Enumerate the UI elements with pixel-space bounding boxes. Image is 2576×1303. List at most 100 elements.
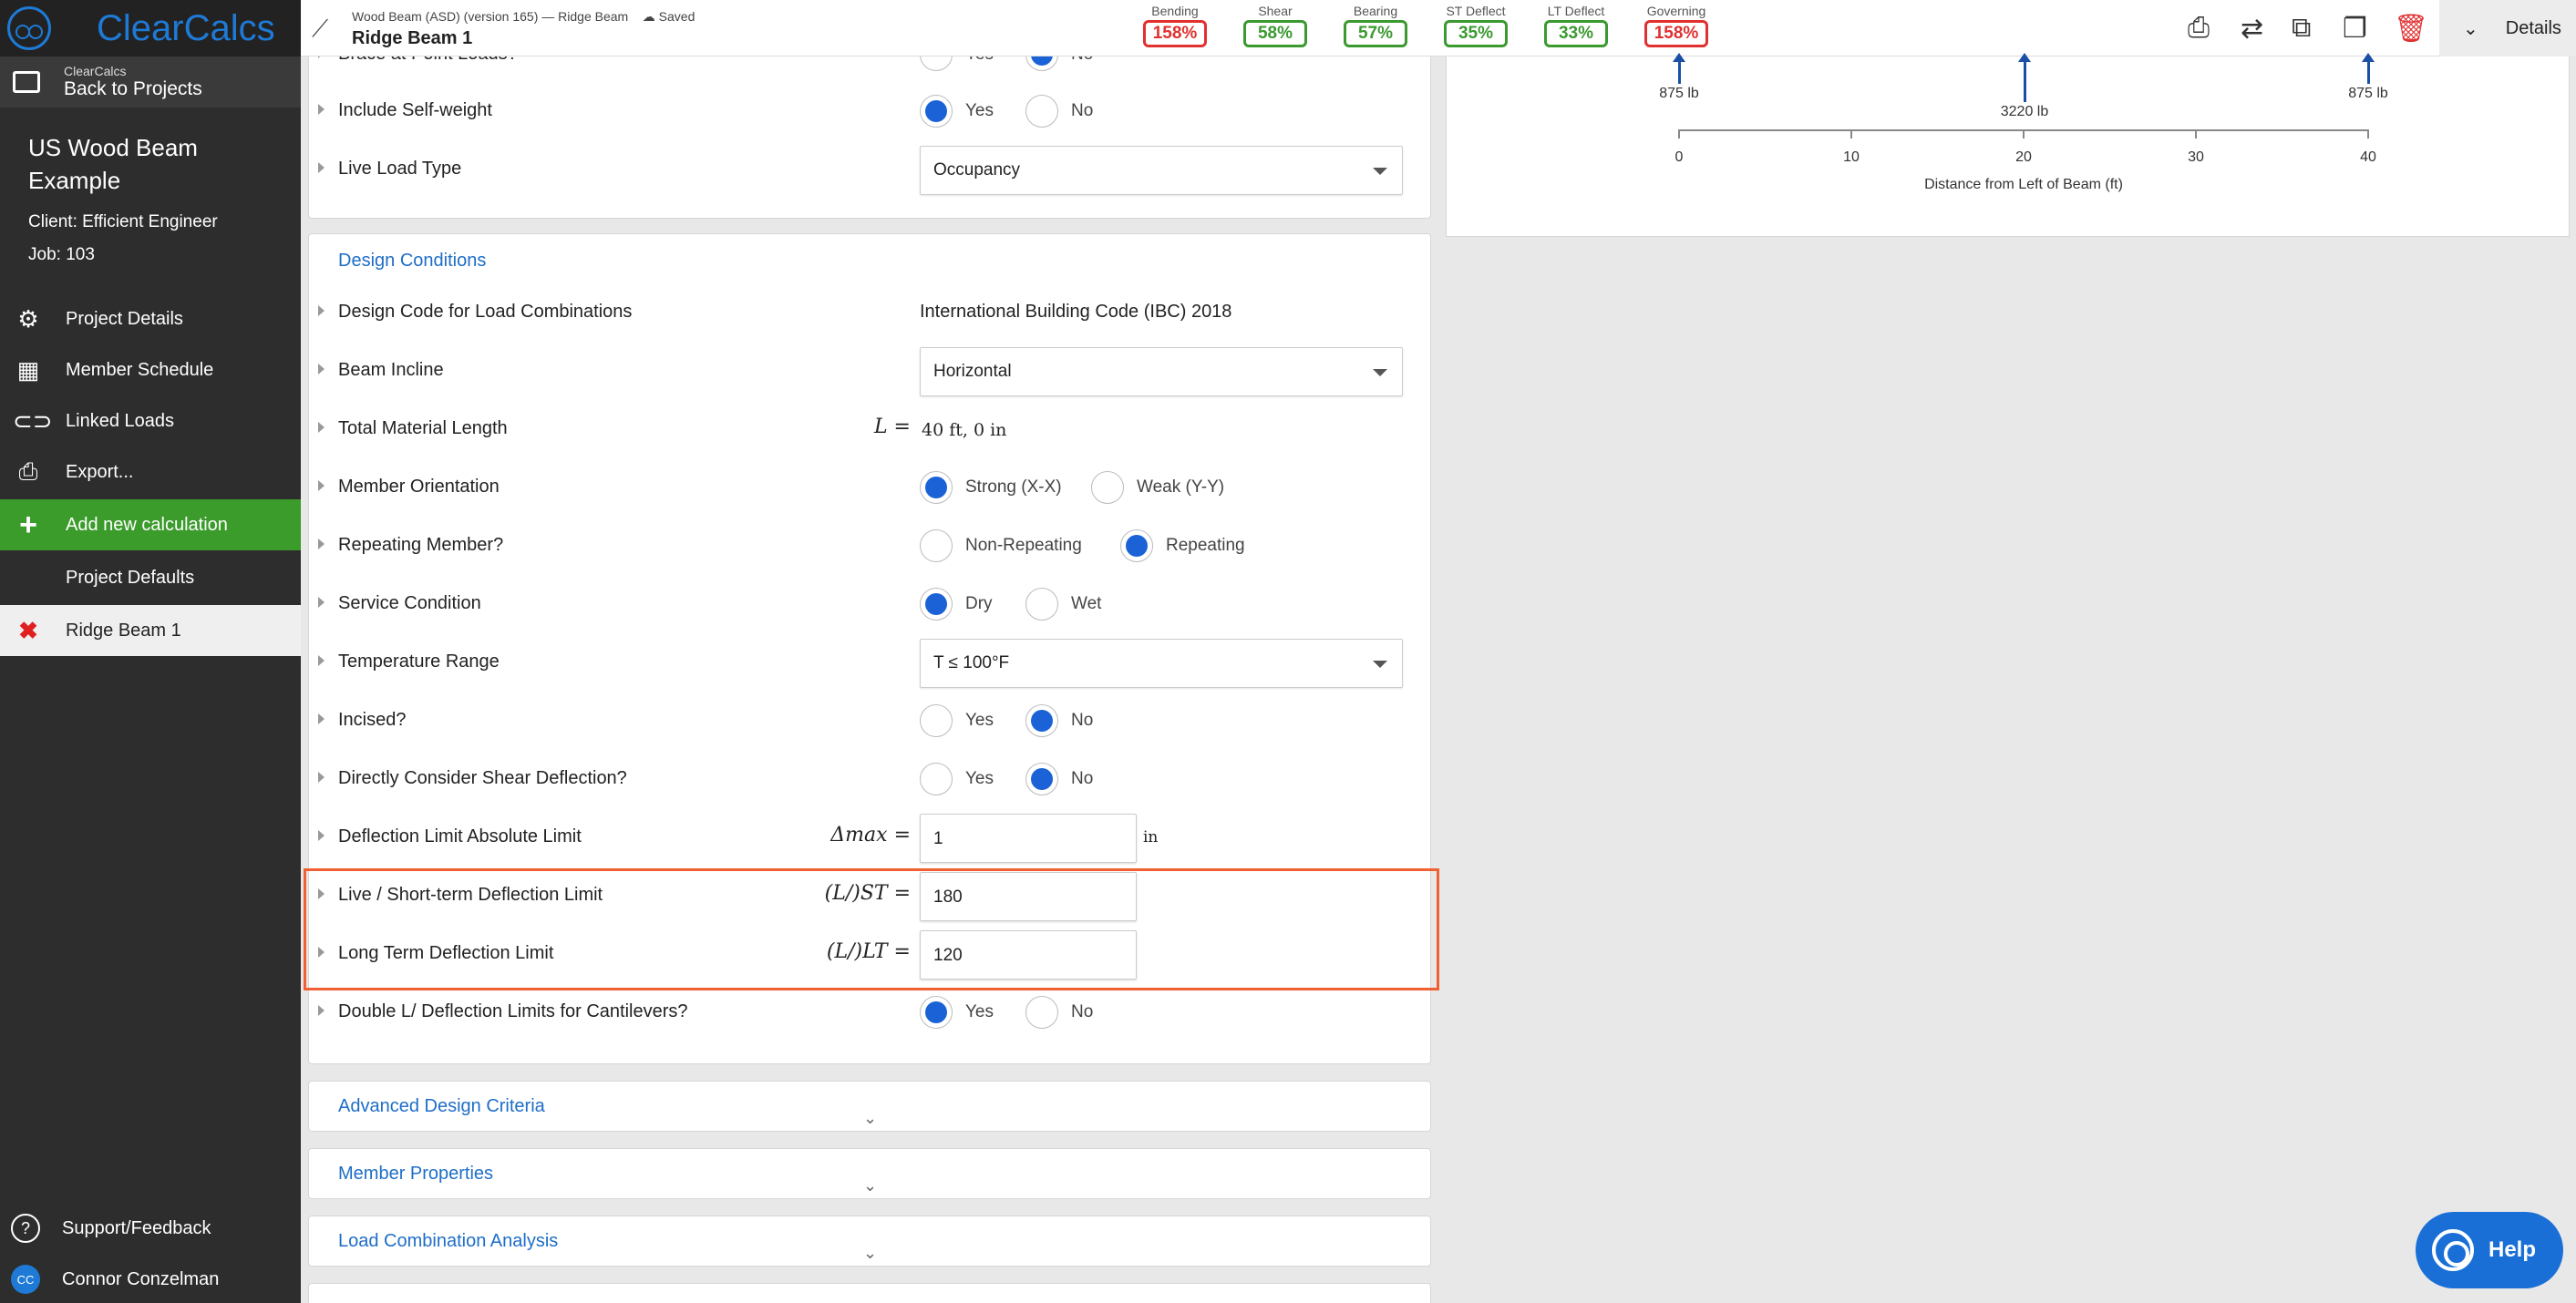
duplicate-icon[interactable]: ⧉ bbox=[2292, 13, 2311, 44]
user-menu[interactable]: CC Connor Conzelman bbox=[0, 1254, 301, 1303]
section-next[interactable] bbox=[308, 1283, 1431, 1303]
temperature-range-select[interactable]: T ≤ 100°F bbox=[920, 639, 1403, 688]
section-load-combination-analysis[interactable]: Load Combination Analysis ⌄ bbox=[308, 1216, 1431, 1267]
expand-icon[interactable] bbox=[318, 830, 325, 841]
trash-icon[interactable]: 🗑 bbox=[2394, 13, 2428, 45]
support-feedback-link[interactable]: ? Support/Feedback bbox=[0, 1203, 301, 1254]
radio-brace-no[interactable]: No bbox=[1025, 56, 1093, 71]
row-deflection-absolute-limit: Deflection Limit Absolute Limit Δmax = 1… bbox=[309, 814, 1432, 863]
row-temperature-range: Temperature Range T ≤ 100°F bbox=[309, 639, 1432, 688]
sidebar-item-export[interactable]: ⎙ Export... bbox=[0, 446, 301, 498]
sidebar-item-project-details[interactable]: ⚙ Project Details bbox=[0, 293, 301, 344]
radio-double-yes[interactable]: Yes bbox=[920, 996, 994, 1029]
metric-lt-deflect[interactable]: LT Deflect 33% bbox=[1540, 4, 1613, 47]
lifebuoy-icon bbox=[2432, 1229, 2474, 1271]
close-icon[interactable]: ✖ bbox=[13, 617, 44, 645]
radio-incised-no[interactable]: No bbox=[1025, 704, 1093, 737]
radio-shear-def-no[interactable]: No bbox=[1025, 763, 1093, 795]
metric-bearing[interactable]: Bearing 57% bbox=[1339, 4, 1412, 47]
x-tick-label: 20 bbox=[2015, 149, 2032, 165]
help-label: Help bbox=[2488, 1237, 2537, 1262]
calc-title[interactable]: Ridge Beam 1 bbox=[352, 28, 472, 49]
radio-orientation-strong[interactable]: Strong (X-X) bbox=[920, 471, 1062, 504]
expand-icon[interactable] bbox=[318, 162, 325, 173]
copy-icon[interactable]: ❐ bbox=[2343, 13, 2367, 45]
x-axis-label: Distance from Left of Beam (ft) bbox=[1924, 177, 2123, 192]
question-icon: ? bbox=[11, 1214, 40, 1243]
load-arrow bbox=[2018, 53, 2031, 102]
sidebar-item-project-defaults[interactable]: Project Defaults bbox=[0, 552, 301, 603]
beam-incline-select[interactable]: Horizontal bbox=[920, 347, 1403, 396]
printer-icon: ⎙ bbox=[18, 457, 38, 485]
abs-limit-unit: in bbox=[1143, 828, 1159, 846]
sidebar-item-label: Linked Loads bbox=[66, 410, 174, 431]
highlight-box bbox=[304, 868, 1439, 990]
project-job: Job: 103 bbox=[28, 245, 95, 264]
expand-icon[interactable] bbox=[318, 655, 325, 666]
radio-incised-yes[interactable]: Yes bbox=[920, 704, 994, 737]
chevron-down-icon: ⌄ bbox=[2463, 18, 2478, 39]
plus-icon: + bbox=[19, 507, 37, 542]
sidebar-item-member-schedule[interactable]: ▦ Member Schedule bbox=[0, 344, 301, 395]
radio-non-repeating[interactable]: Non-Repeating bbox=[920, 529, 1082, 562]
design-conditions-title[interactable]: Design Conditions bbox=[338, 251, 486, 272]
radio-repeating[interactable]: Repeating bbox=[1120, 529, 1245, 562]
expand-icon[interactable] bbox=[318, 305, 325, 316]
x-tick-label: 40 bbox=[2360, 149, 2376, 165]
live-load-type-select[interactable]: Occupancy bbox=[920, 146, 1403, 195]
expand-icon[interactable] bbox=[318, 364, 325, 374]
x-tick-label: 10 bbox=[1843, 149, 1860, 165]
link-icon: ⊂⊃ bbox=[13, 406, 53, 435]
section-advanced-design-criteria[interactable]: Advanced Design Criteria ⌄ bbox=[308, 1081, 1431, 1132]
metric-st-deflect[interactable]: ST Deflect 35% bbox=[1439, 4, 1512, 47]
sidebar-item-linked-loads[interactable]: ⊂⊃ Linked Loads bbox=[0, 395, 301, 446]
expand-icon[interactable] bbox=[318, 539, 325, 549]
design-code-value: International Building Code (IBC) 2018 bbox=[920, 302, 1232, 322]
expand-icon[interactable] bbox=[318, 1005, 325, 1016]
folder-icon bbox=[13, 71, 40, 93]
expand-icon[interactable] bbox=[318, 56, 325, 58]
swap-icon[interactable]: ⇄ bbox=[2241, 13, 2263, 45]
radio-self-weight-yes[interactable]: Yes bbox=[920, 95, 994, 128]
logo[interactable]: ClearCalcs bbox=[0, 0, 301, 56]
chevron-down-icon: ⌄ bbox=[863, 1244, 878, 1262]
radio-brace-yes[interactable]: Yes bbox=[920, 56, 994, 71]
back-to-projects-button[interactable]: ClearCalcs Back to Projects bbox=[0, 56, 301, 108]
abs-limit-input[interactable]: 1 bbox=[920, 814, 1137, 863]
print-icon[interactable]: ⎙ bbox=[2188, 13, 2210, 44]
sidebar-item-ridge-beam-1[interactable]: ✖ Ridge Beam 1 bbox=[0, 605, 301, 656]
x-tick-label: 0 bbox=[1674, 149, 1684, 165]
length-value: 40 ft, 0 in bbox=[922, 420, 1007, 440]
radio-service-dry[interactable]: Dry bbox=[920, 588, 993, 621]
sidebar-item-label: Support/Feedback bbox=[62, 1217, 211, 1238]
abs-limit-symbol: Δmax = bbox=[830, 824, 911, 846]
details-toggle[interactable]: ⌄ Details bbox=[2439, 0, 2576, 56]
help-button[interactable]: Help bbox=[2416, 1212, 2563, 1288]
load-label: 3220 lb bbox=[2000, 104, 2049, 119]
radio-double-no[interactable]: No bbox=[1025, 996, 1093, 1029]
radio-self-weight-no[interactable]: No bbox=[1025, 95, 1093, 128]
expand-icon[interactable] bbox=[318, 104, 325, 115]
row-service-condition: Service Condition Dry Wet bbox=[309, 586, 1432, 622]
add-new-calculation-button[interactable]: + Add new calculation bbox=[0, 499, 301, 550]
expand-icon[interactable] bbox=[318, 480, 325, 491]
sidebar-item-label: Member Schedule bbox=[66, 359, 214, 380]
chevron-down-icon: ⌄ bbox=[863, 1109, 878, 1127]
radio-shear-def-yes[interactable]: Yes bbox=[920, 763, 994, 795]
row-double-deflection-cantilever: Double L/ Deflection Limits for Cantilev… bbox=[309, 994, 1432, 1031]
section-member-properties[interactable]: Member Properties ⌄ bbox=[308, 1148, 1431, 1199]
row-incised: Incised? Yes No bbox=[309, 703, 1432, 739]
expand-icon[interactable] bbox=[318, 772, 325, 783]
radio-service-wet[interactable]: Wet bbox=[1025, 588, 1101, 621]
row-design-code: Design Code for Load Combinations Intern… bbox=[309, 294, 1432, 331]
metric-governing[interactable]: Governing 158% bbox=[1640, 4, 1713, 47]
x-tick bbox=[1850, 129, 1852, 139]
metric-shear[interactable]: Shear 58% bbox=[1239, 4, 1312, 47]
metric-bending[interactable]: Bending 158% bbox=[1139, 4, 1211, 47]
expand-icon[interactable] bbox=[318, 422, 325, 433]
row-brace-point-loads: Brace at Point Loads? Yes No bbox=[309, 56, 1430, 73]
expand-icon[interactable] bbox=[318, 597, 325, 608]
sidebar-item-label: Add new calculation bbox=[66, 514, 228, 535]
radio-orientation-weak[interactable]: Weak (Y-Y) bbox=[1091, 471, 1224, 504]
expand-icon[interactable] bbox=[318, 713, 325, 724]
